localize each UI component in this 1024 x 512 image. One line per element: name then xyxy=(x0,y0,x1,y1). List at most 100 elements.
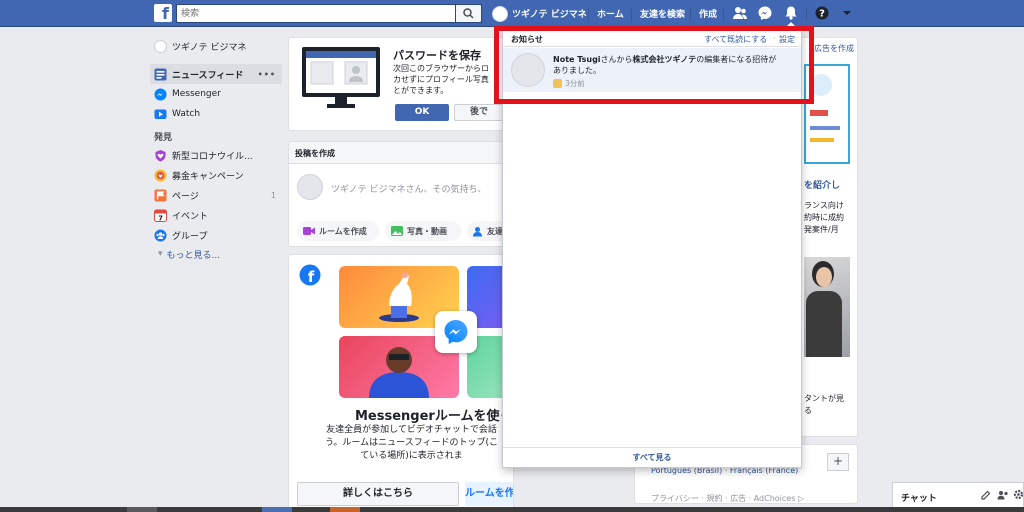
groups-icon xyxy=(154,229,167,241)
sidebar-item-label: ニュースフィード xyxy=(172,70,244,81)
os-taskbar xyxy=(0,507,1024,512)
sponsored-text: ランス向け 約時に成約 発案件/月 xyxy=(804,200,844,236)
sidebar-item-label: イベント xyxy=(172,211,209,222)
nav-create-link[interactable]: 作成 xyxy=(699,7,717,20)
friend-requests-icon[interactable] xyxy=(732,5,748,21)
pages-count-badge: 1 xyxy=(270,190,276,200)
promo-headline: Messengerルームを使っ xyxy=(355,409,513,424)
chevron-down-icon: ▾ xyxy=(158,249,163,259)
search-button[interactable] xyxy=(455,4,482,23)
facebook-circle-icon: f xyxy=(299,264,321,286)
pages-flag-icon xyxy=(154,189,167,201)
create-room-chip[interactable]: ルームを作成 xyxy=(297,221,379,241)
taskbar-item[interactable] xyxy=(330,507,360,512)
messenger-icon[interactable] xyxy=(757,5,773,21)
messenger-icon xyxy=(154,88,167,100)
save-password-description: 次回このブラウザーからロ カせずにプロフィール写真 とができます。 xyxy=(393,64,489,95)
nav-divider xyxy=(723,7,724,21)
chat-bar[interactable]: チャット xyxy=(892,482,1024,508)
messenger-icon xyxy=(444,320,468,344)
help-icon[interactable]: ? xyxy=(814,5,830,21)
later-button[interactable]: 後で xyxy=(454,104,504,121)
nav-profile-name: ツギノテ ビジマネ xyxy=(512,10,587,20)
sponsored-text-2: タントが見 る xyxy=(804,393,844,417)
avatar xyxy=(492,5,508,22)
person-face xyxy=(816,267,832,287)
sidebar-item-covid[interactable]: 新型コロナウイル... xyxy=(150,145,282,165)
sidebar-item-label: ページ xyxy=(172,191,199,202)
sidebar-item-label: グループ xyxy=(172,231,208,242)
sidebar-item-profile[interactable]: ツギノテ ビジマネ xyxy=(150,36,282,56)
sidebar-item-news-feed[interactable]: ニュースフィード ••• xyxy=(150,64,282,84)
nav-profile-link[interactable]: ツギノテ ビジマネ xyxy=(492,4,587,23)
sidebar-item-pages[interactable]: ページ 1 xyxy=(150,185,282,205)
sponsored-line: タントが見 xyxy=(804,394,844,403)
messenger-rooms-promo: f Messengerルームを使っ 友達全員が参加してビデオチャットで会話 う。… xyxy=(288,254,515,512)
add-language-button[interactable]: + xyxy=(827,453,849,471)
sponsored-title[interactable]: を紹介し xyxy=(804,178,840,191)
svg-text:f: f xyxy=(308,268,315,286)
sidebar-item-watch[interactable]: Watch xyxy=(150,104,282,124)
watch-video-icon xyxy=(154,109,167,119)
taskbar-item[interactable] xyxy=(127,507,157,512)
learn-more-button[interactable]: 詳しくはこちら xyxy=(297,482,459,506)
chat-label: チャット xyxy=(901,494,937,504)
compose-message-icon[interactable] xyxy=(981,490,991,500)
sponsored-photo[interactable] xyxy=(804,257,850,357)
nav-divider xyxy=(690,7,691,21)
left-sidebar: ツギノテ ビジマネ ニュースフィード ••• Messenger Watch 発… xyxy=(150,36,282,263)
nav-find-friends-link[interactable]: 友達を検索 xyxy=(640,7,685,20)
sidebar-item-messenger[interactable]: Messenger xyxy=(150,84,282,104)
promo-description: 友達全員が参加してビデオチャットで会話 う。ルームはニュースフィードのトップ(こ… xyxy=(324,425,499,461)
sidebar-section-explore: 発見 xyxy=(154,133,173,143)
photo-icon xyxy=(391,226,403,236)
create-ad-link[interactable]: 広告を作成 xyxy=(814,43,854,54)
sponsored-line: 発案件/月 xyxy=(804,225,839,234)
nav-divider xyxy=(631,7,632,21)
search-input[interactable] xyxy=(177,5,457,22)
footer-links[interactable]: プライバシー · 規約 · 広告 · AdChoices ▷ xyxy=(651,493,804,504)
sidebar-item-events[interactable]: 7 イベント xyxy=(150,205,282,225)
top-navigation-bar: f ツギノテ ビジマネ ホーム 友達を検索 作成 ? xyxy=(0,0,1024,27)
ad-graphic xyxy=(810,138,834,142)
svg-text:?: ? xyxy=(819,9,825,20)
create-post-card: 投稿を作成 ツギノテ ビジマネさん、その気持ち、 ルームを作成 写真・動画 友達 xyxy=(288,141,514,247)
see-more-label: もっと見る... xyxy=(166,250,221,261)
video-camera-icon xyxy=(303,227,315,235)
create-group-icon[interactable] xyxy=(997,490,1009,500)
ad-graphic xyxy=(810,126,840,130)
facebook-logo-icon[interactable]: f xyxy=(154,4,172,22)
create-post-header: 投稿を作成 xyxy=(289,142,513,164)
sponsored-line: る xyxy=(804,406,812,415)
messenger-rooms-badge xyxy=(435,311,477,353)
search-icon xyxy=(463,8,474,19)
notifications-bell-icon[interactable] xyxy=(783,5,799,21)
save-password-card: パスワードを保存 次回このブラウザーからロ カせずにプロフィール写真 とができま… xyxy=(288,37,514,131)
taskbar-item[interactable] xyxy=(262,507,292,512)
sidebar-see-more-link[interactable]: ▾ もっと見る... xyxy=(150,245,282,263)
avatar xyxy=(297,174,323,200)
sidebar-item-label: 新型コロナウイル... xyxy=(172,151,253,162)
sidebar-item-label: Messenger xyxy=(172,89,221,99)
sidebar-item-label: ツギノテ ビジマネ xyxy=(172,42,247,53)
nav-divider xyxy=(806,7,807,21)
gear-icon[interactable] xyxy=(1013,489,1024,500)
account-menu-chevron-down-icon[interactable] xyxy=(839,5,855,21)
nav-home-link[interactable]: ホーム xyxy=(597,7,624,20)
create-room-label: ルームを作成 xyxy=(319,226,367,236)
sponsored-line: 約時に成約 xyxy=(804,213,844,222)
post-composer-input[interactable]: ツギノテ ビジマネさん、その気持ち、 xyxy=(331,182,487,195)
covid-info-heart-icon xyxy=(155,149,166,161)
nav-divider xyxy=(588,7,589,21)
ad-graphic xyxy=(810,110,828,116)
fundraiser-icon xyxy=(154,169,167,181)
ok-button[interactable]: OK xyxy=(395,104,449,121)
more-options-icon[interactable]: ••• xyxy=(258,70,276,79)
highlight-box xyxy=(494,26,814,104)
sidebar-item-groups[interactable]: グループ xyxy=(150,225,282,245)
sidebar-item-fundraisers[interactable]: 募金キャンペーン xyxy=(150,165,282,185)
photo-video-chip[interactable]: 写真・動画 xyxy=(385,221,461,241)
monitor-illustration xyxy=(302,47,380,108)
see-all-notifications-link[interactable]: すべて見る xyxy=(503,447,801,467)
create-room-button[interactable]: ルームを作成 xyxy=(465,482,513,506)
